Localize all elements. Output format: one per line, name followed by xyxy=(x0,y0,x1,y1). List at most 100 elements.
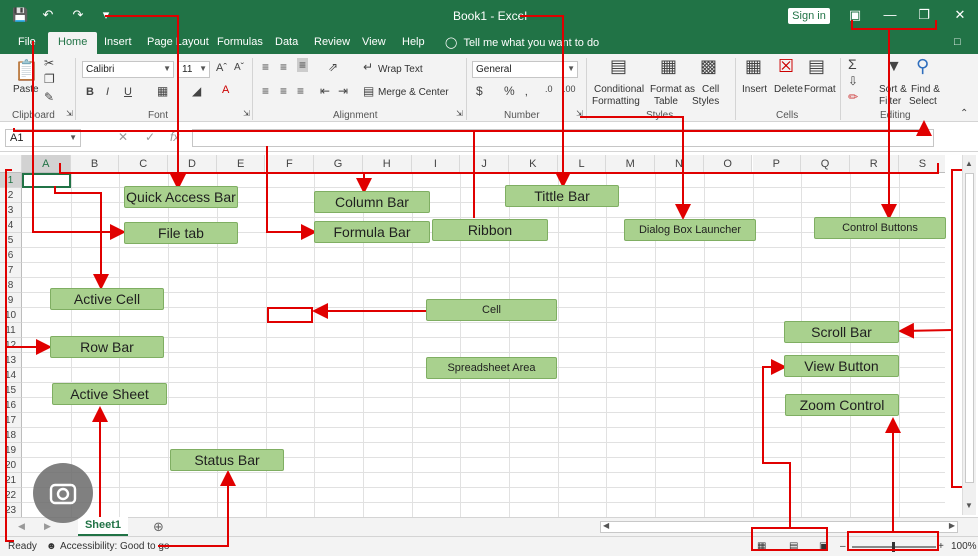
align-middle-icon[interactable]: ≡ xyxy=(280,60,287,74)
increase-decimal-icon[interactable]: .0 xyxy=(545,84,553,94)
add-sheet-icon[interactable]: ⊕ xyxy=(153,519,164,535)
redo-icon[interactable]: ↷ xyxy=(70,7,86,23)
scroll-left-icon[interactable]: ◀ xyxy=(603,521,609,530)
row-header[interactable]: 15 xyxy=(0,383,22,398)
wrap-text-button[interactable]: Wrap Text xyxy=(378,64,423,75)
delete-cells-icon[interactable]: ☒ xyxy=(778,56,794,77)
format-button[interactable]: Format xyxy=(804,84,836,95)
merge-center-icon[interactable]: ▤ xyxy=(363,84,374,98)
page-layout-view-icon[interactable]: ▤ xyxy=(789,541,798,552)
find-select-icon[interactable]: ⚲ xyxy=(916,56,929,77)
column-header[interactable]: O xyxy=(703,155,753,173)
comments-icon[interactable]: □ xyxy=(954,36,961,48)
copy-icon[interactable]: ❐ xyxy=(44,72,55,86)
row-header[interactable]: 16 xyxy=(0,398,22,413)
row-header[interactable]: 1 xyxy=(0,173,22,188)
wrap-text-icon[interactable]: ↵ xyxy=(363,60,373,74)
sort-filter-line1[interactable]: Sort & xyxy=(879,84,907,95)
row-header[interactable]: 11 xyxy=(0,323,22,338)
scroll-up-icon[interactable]: ▲ xyxy=(965,159,973,168)
row-header[interactable]: 4 xyxy=(0,218,22,233)
formula-input[interactable] xyxy=(192,129,934,147)
row-header[interactable]: 5 xyxy=(0,233,22,248)
align-left-icon[interactable]: ≡ xyxy=(262,84,269,98)
zoom-out-icon[interactable]: – xyxy=(840,541,846,552)
row-header[interactable]: 14 xyxy=(0,368,22,383)
tab-page-layout[interactable]: Page Layout xyxy=(147,36,209,48)
cut-icon[interactable]: ✂ xyxy=(44,56,54,70)
zoom-slider-thumb[interactable] xyxy=(892,542,895,552)
collapse-ribbon-icon[interactable]: ⌃ xyxy=(960,108,968,119)
tab-view[interactable]: View xyxy=(362,36,386,48)
scroll-down-icon[interactable]: ▼ xyxy=(965,501,973,510)
format-as-table-icon[interactable]: ▦ xyxy=(660,56,677,77)
row-header[interactable]: 19 xyxy=(0,443,22,458)
conditional-formatting-line1[interactable]: Conditional xyxy=(594,84,644,95)
column-header[interactable]: B xyxy=(70,155,120,173)
scroll-thumb[interactable] xyxy=(965,173,974,483)
row-header[interactable]: 17 xyxy=(0,413,22,428)
align-top-icon[interactable]: ≡ xyxy=(262,60,269,74)
undo-icon[interactable]: ↶ xyxy=(40,7,56,23)
row-header[interactable]: 7 xyxy=(0,263,22,278)
lens-search-button[interactable] xyxy=(33,463,93,523)
cell-styles-line1[interactable]: Cell xyxy=(702,84,719,95)
column-header[interactable]: H xyxy=(362,155,412,173)
number-format-select[interactable]: General ▼ xyxy=(472,61,578,78)
fill-color-icon[interactable]: ◢ xyxy=(192,84,201,98)
insert-button[interactable]: Insert xyxy=(742,84,767,95)
sort-filter-icon[interactable]: ▼ xyxy=(886,58,902,76)
bold-icon[interactable]: B xyxy=(86,86,94,98)
ribbon-display-options-icon[interactable]: ▣ xyxy=(843,4,867,26)
row-header[interactable]: 2 xyxy=(0,188,22,203)
increase-indent-icon[interactable]: ⇥ xyxy=(338,84,348,98)
column-header[interactable]: F xyxy=(265,155,315,173)
restore-icon[interactable]: ❐ xyxy=(912,4,936,26)
dialog-launcher-icon[interactable]: ⇲ xyxy=(243,109,250,118)
scroll-right-icon[interactable]: ▶ xyxy=(949,521,955,530)
minimize-icon[interactable]: — xyxy=(878,4,902,26)
sheet-tab-sheet1[interactable]: Sheet1 xyxy=(78,517,128,536)
tab-formulas[interactable]: Formulas xyxy=(217,36,263,48)
tell-me-search[interactable]: ◯ Tell me what you want to do xyxy=(445,36,599,49)
percent-icon[interactable]: % xyxy=(504,84,515,98)
align-bottom-icon[interactable]: ≡ xyxy=(297,58,309,72)
column-header[interactable]: C xyxy=(119,155,169,173)
normal-view-icon[interactable]: ▦ xyxy=(757,541,766,552)
row-header[interactable]: 3 xyxy=(0,203,22,218)
font-name-select[interactable]: Calibri ▼ xyxy=(82,61,174,78)
dialog-launcher-icon[interactable]: ⇲ xyxy=(576,109,583,118)
save-icon[interactable]: 💾 xyxy=(12,7,28,23)
zoom-in-icon[interactable]: + xyxy=(938,541,944,552)
column-header[interactable]: R xyxy=(849,155,899,173)
name-box[interactable]: A1 ▼ xyxy=(5,129,81,147)
font-color-icon[interactable]: A xyxy=(222,84,229,96)
vertical-scrollbar[interactable]: ▲ ▼ xyxy=(962,155,976,515)
column-header[interactable]: S xyxy=(898,155,945,173)
zoom-level[interactable]: 100% xyxy=(951,541,977,552)
merge-center-button[interactable]: Merge & Center xyxy=(378,87,449,98)
sort-filter-line2[interactable]: Filter xyxy=(879,96,901,107)
format-as-table-line2[interactable]: Table xyxy=(654,96,678,107)
row-header[interactable]: 20 xyxy=(0,458,22,473)
column-header[interactable]: A xyxy=(22,155,71,173)
format-painter-icon[interactable]: ✎ xyxy=(44,90,54,104)
column-header[interactable]: I xyxy=(411,155,461,173)
column-header[interactable]: M xyxy=(606,155,656,173)
format-cells-icon[interactable]: ▤ xyxy=(808,56,825,77)
tab-help[interactable]: Help xyxy=(402,36,425,48)
row-header[interactable]: 23 xyxy=(0,503,22,517)
row-header[interactable]: 22 xyxy=(0,488,22,503)
row-header[interactable]: 8 xyxy=(0,278,22,293)
customize-quick-access-icon[interactable]: ▾ xyxy=(98,7,114,23)
row-header[interactable]: 12 xyxy=(0,338,22,353)
select-all-corner[interactable] xyxy=(0,155,22,173)
column-header[interactable]: N xyxy=(655,155,704,173)
cell-styles-icon[interactable]: ▩ xyxy=(700,56,717,77)
align-right-icon[interactable]: ≡ xyxy=(297,84,304,98)
fill-icon[interactable]: ⇩ xyxy=(848,74,858,88)
column-header[interactable]: K xyxy=(509,155,558,173)
column-header[interactable]: P xyxy=(752,155,802,173)
next-sheet-icon[interactable]: ▶ xyxy=(44,521,51,532)
dialog-launcher-icon[interactable]: ⇲ xyxy=(456,109,463,118)
